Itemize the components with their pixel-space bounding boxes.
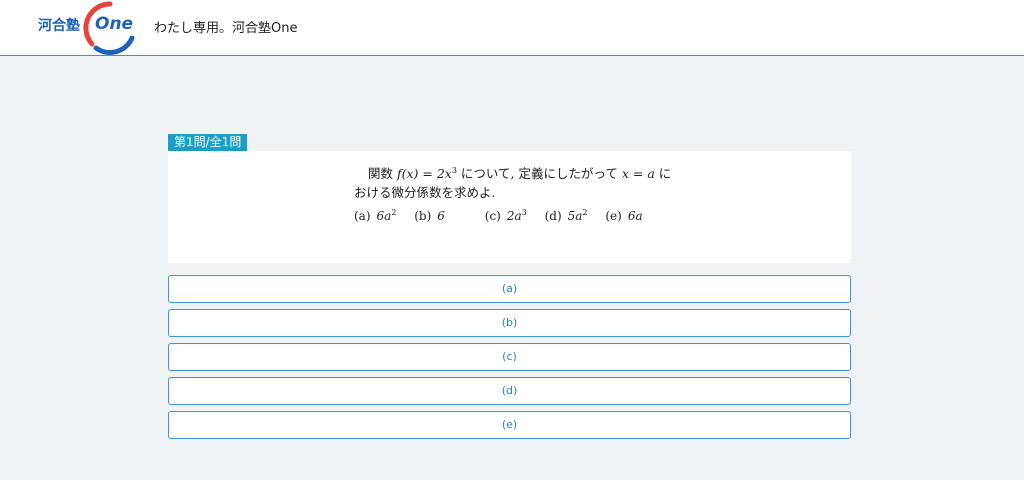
choice-value: 5a — [567, 209, 583, 223]
answer-button-a[interactable]: (a) — [168, 275, 851, 303]
question-choices: (a) 6a2 (b) 6 (c) 2a3 (d) 5a2 (e) 6a — [354, 208, 674, 223]
answer-button-c[interactable]: (c) — [168, 343, 851, 371]
answer-button-d[interactable]: (d) — [168, 377, 851, 405]
question-middle: について, 定義にしたがって — [456, 166, 622, 182]
choice-exponent: 2 — [391, 208, 397, 217]
answer-list: (a) (b) (c) (d) (e) — [168, 275, 851, 445]
choice-exponent: 3 — [521, 208, 527, 217]
choice-c: (c) 2a3 — [485, 208, 527, 223]
question-text: 関数 f(x) = 2x3 について, 定義にしたがって x = a に おける… — [354, 161, 674, 202]
choice-label: (a) — [354, 209, 371, 223]
choice-value: 6a — [376, 209, 392, 223]
choice-label: (d) — [544, 209, 562, 223]
answer-button-b[interactable]: (b) — [168, 309, 851, 337]
question-line-1: 関数 f(x) = 2x3 について, 定義にしたがって x = a に — [354, 161, 674, 183]
logo-one: One — [95, 14, 134, 34]
question-suffix: に — [654, 166, 672, 182]
choice-label: (b) — [414, 209, 432, 223]
choice-label: (e) — [605, 209, 622, 223]
choice-label: (c) — [484, 209, 501, 223]
choice-b: (b) 6 — [414, 209, 467, 223]
question-function: f(x) = 2x — [396, 166, 452, 182]
choice-d: (d) 5a2 — [545, 208, 588, 223]
question-box: 関数 f(x) = 2x3 について, 定義にしたがって x = a に おける… — [168, 151, 851, 263]
choice-exponent: 2 — [582, 208, 588, 217]
question-number-badge: 第1問/全1問 — [168, 134, 248, 151]
answer-button-e[interactable]: (e) — [168, 411, 851, 439]
question-prefix: 関数 — [368, 166, 397, 182]
choice-value: 2a — [506, 209, 522, 223]
header: 河合塾 One わたし専用。河合塾One — [0, 0, 1024, 56]
logo[interactable]: 河合塾 One — [38, 0, 146, 56]
choice-a: (a) 6a2 — [354, 208, 396, 223]
question-line-2: おける微分係数を求めよ. — [354, 185, 496, 201]
question-variable: x = a — [621, 166, 655, 182]
choice-e: (e) 6a — [605, 209, 642, 223]
choice-value: 6a — [627, 209, 643, 223]
site-title: わたし専用。河合塾One — [154, 21, 298, 36]
logo-kanji: 河合塾 — [38, 18, 80, 34]
choice-value: 6 — [437, 209, 445, 223]
